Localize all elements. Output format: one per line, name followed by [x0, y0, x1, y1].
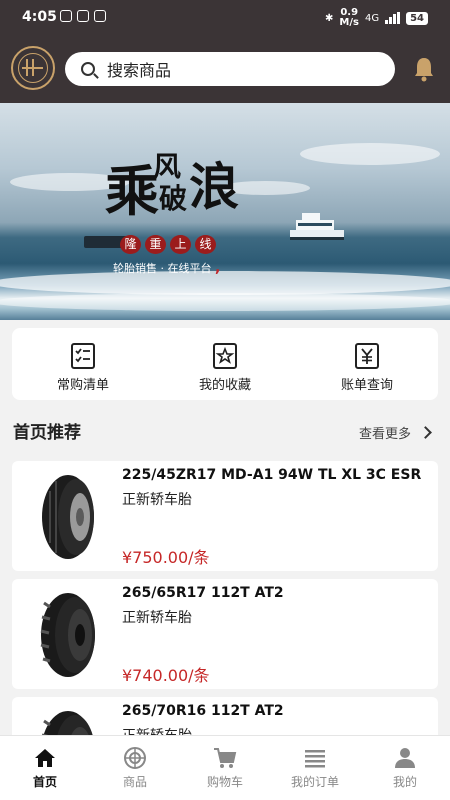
quick-actions-card: 常购清单 我的收藏 账单查询: [12, 328, 438, 400]
product-card[interactable]: 265/65R17 112T AT2 正新轿车胎 ¥740.00/条: [12, 579, 438, 689]
bottom-tab-bar: 首页 商品 购物车 我的订单 我的: [0, 735, 450, 800]
signal-icon: [385, 12, 401, 24]
network-type: 4G: [364, 12, 380, 24]
status-time: 4:05: [22, 9, 57, 25]
nfc-icon: [77, 10, 89, 22]
wechat-icon: [60, 10, 72, 22]
bell-icon[interactable]: [412, 56, 436, 82]
search-placeholder: 搜索商品: [107, 61, 172, 80]
tab-home[interactable]: 首页: [0, 736, 90, 800]
brand-logo: [11, 46, 55, 90]
search-bar[interactable]: 搜索商品: [65, 52, 395, 86]
checklist-icon: [71, 343, 95, 369]
settings-notify-icon: [94, 10, 106, 22]
product-name: 265/70R16 112T AT2: [122, 703, 284, 719]
app-header: 搜索商品: [0, 36, 450, 103]
product-price: ¥750.00/条: [122, 548, 210, 567]
tab-orders[interactable]: 我的订单: [270, 736, 360, 800]
ferry-boat: [290, 213, 344, 240]
quick-favorites[interactable]: 我的收藏: [154, 328, 296, 400]
bill-yen-icon: [355, 343, 379, 369]
tab-cart[interactable]: 购物车: [180, 736, 270, 800]
status-bar: 4:05 ✱ 0.9 M/s 4G 54: [0, 0, 450, 36]
bluetooth-icon: ✱: [325, 12, 334, 24]
product-price: ¥740.00/条: [122, 666, 210, 685]
product-name: 265/65R17 112T AT2: [122, 585, 284, 601]
promo-banner[interactable]: 乘 风 破 浪 隆 重 上 线 轮胎销售 · 在线平台 ,: [0, 103, 450, 320]
product-category: 正新轿车胎: [122, 492, 192, 508]
section-title: 首页推荐: [13, 423, 81, 443]
tire-image: [40, 593, 95, 677]
red-brush-mark: ,: [215, 260, 221, 276]
favorite-star-icon: [213, 343, 237, 369]
product-category: 正新轿车胎: [122, 610, 192, 626]
tire-wheel-icon: [124, 747, 146, 769]
product-card[interactable]: 225/45ZR17 MD-A1 94W TL XL 3C ESR 正新轿车胎 …: [12, 461, 438, 571]
cart-icon: [214, 748, 237, 768]
home-icon: [35, 749, 55, 767]
launch-seals: 隆 重 上 线: [120, 235, 216, 254]
tire-image: [42, 475, 94, 559]
battery-icon: 54: [406, 11, 428, 25]
tab-profile[interactable]: 我的: [360, 736, 450, 800]
network-speed: 0.9 M/s: [339, 7, 359, 28]
quick-bill-query[interactable]: 账单查询: [296, 328, 438, 400]
banner-tagline: 轮胎销售 · 在线平台 ,: [113, 260, 221, 276]
chevron-right-icon: [419, 426, 432, 439]
product-name: 225/45ZR17 MD-A1 94W TL XL 3C ESR: [122, 467, 422, 483]
order-list-icon: [305, 750, 325, 768]
notification-icons: [60, 10, 106, 22]
quick-frequent-list[interactable]: 常购清单: [12, 328, 154, 400]
view-more-link[interactable]: 查看更多: [359, 423, 432, 442]
status-right: ✱ 0.9 M/s 4G 54: [325, 8, 428, 28]
user-icon: [395, 748, 415, 768]
tab-products[interactable]: 商品: [90, 736, 180, 800]
search-icon: [81, 62, 95, 76]
